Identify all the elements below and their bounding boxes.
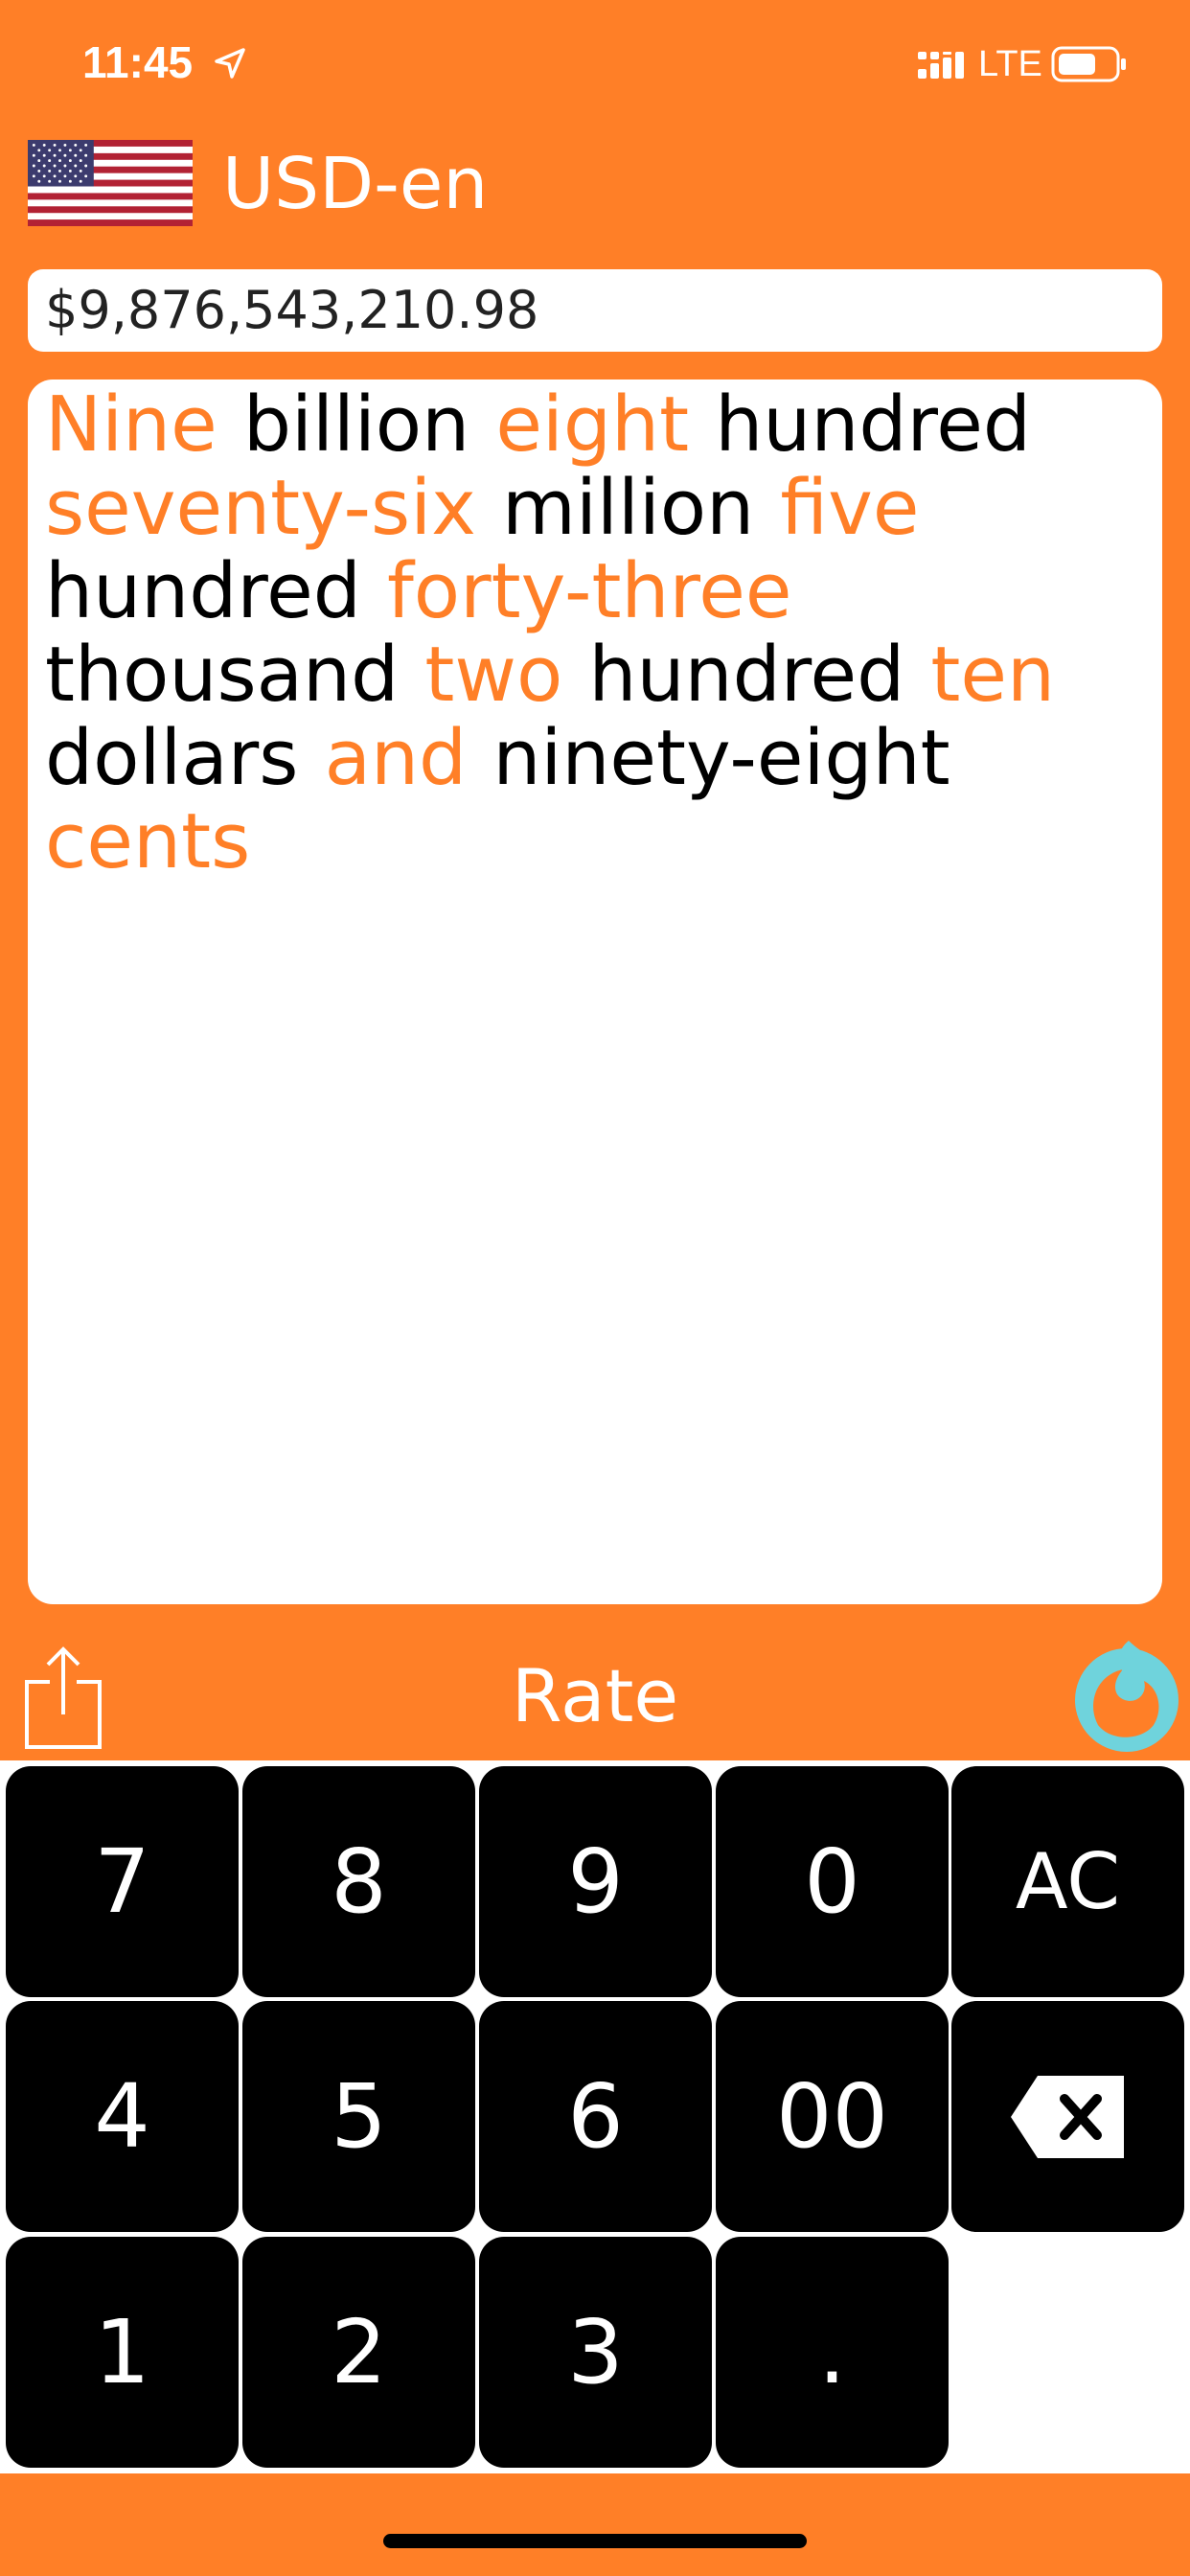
word: seventy-six (45, 464, 476, 552)
keypad: 7 8 9 0 AC 4 5 6 00 1 2 3 . (0, 1760, 1190, 2473)
key-9[interactable]: 9 (479, 1766, 712, 1997)
word: eight (495, 380, 690, 469)
rate-button[interactable]: Rate (450, 1650, 740, 1742)
key-7[interactable]: 7 (6, 1766, 239, 1997)
backspace-icon (1010, 2075, 1124, 2158)
amount-field[interactable]: $9,876,543,210.98 (28, 269, 1162, 352)
network-type: LTE (978, 44, 1042, 84)
locale-title[interactable]: USD-en (222, 140, 488, 228)
battery-icon (1051, 46, 1126, 82)
words-text: Nine billion eight hundred seventy-six m… (45, 383, 1145, 884)
share-icon[interactable] (21, 1644, 105, 1751)
status-time: 11:45 (82, 37, 194, 87)
key-2[interactable]: 2 (242, 2237, 475, 2468)
word: two (424, 631, 563, 719)
key-3[interactable]: 3 (479, 2237, 712, 2468)
word: forty-three (386, 547, 792, 635)
us-flag-icon (28, 140, 193, 226)
key-clear[interactable]: AC (951, 1766, 1184, 1997)
word: hundred (715, 380, 1032, 469)
word: hundred (588, 631, 905, 719)
word: billion (242, 380, 470, 469)
key-0[interactable]: 0 (716, 1766, 949, 1997)
home-indicator[interactable] (383, 2534, 807, 2548)
key-decimal[interactable]: . (716, 2237, 949, 2468)
word: thousand (45, 631, 400, 719)
key-4[interactable]: 4 (6, 2001, 239, 2232)
key-6[interactable]: 6 (479, 2001, 712, 2232)
signal-bars-icon (918, 52, 964, 79)
word: five (780, 464, 920, 552)
location-arrow-icon (215, 48, 245, 79)
word: Nine (45, 380, 217, 469)
key-8[interactable]: 8 (242, 1766, 475, 1997)
status-bar: 11:45 LTE (0, 0, 1190, 134)
key-00[interactable]: 00 (716, 2001, 949, 2232)
word: cents (45, 797, 251, 886)
phoenix-logo-icon[interactable] (1069, 1637, 1182, 1756)
backspace-button[interactable] (951, 2001, 1184, 2232)
word: ninety-eight (492, 714, 950, 802)
word: dollars (45, 714, 299, 802)
key-1[interactable]: 1 (6, 2237, 239, 2468)
word: million (502, 464, 755, 552)
word: hundred (45, 547, 361, 635)
key-5[interactable]: 5 (242, 2001, 475, 2232)
word: and (324, 714, 468, 802)
words-panel: Nine billion eight hundred seventy-six m… (28, 380, 1162, 1604)
word: ten (930, 631, 1056, 719)
